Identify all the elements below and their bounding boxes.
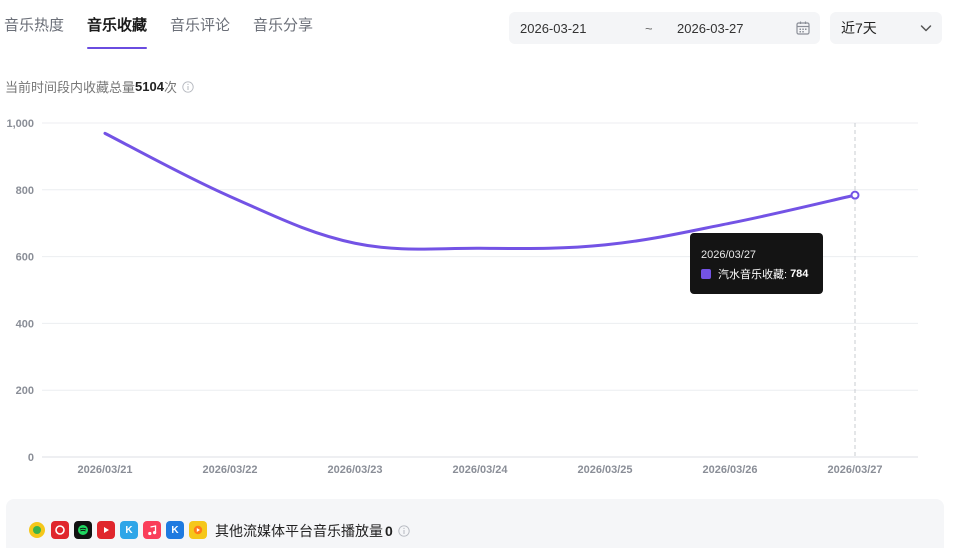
y-tick-label: 1,000 bbox=[6, 118, 34, 130]
data-point[interactable] bbox=[850, 190, 860, 200]
tooltip-series-row: 汽水音乐收藏: 784 bbox=[701, 266, 823, 282]
netease-music-icon bbox=[51, 521, 69, 539]
time-range-select[interactable]: 近7天 bbox=[830, 12, 942, 44]
x-tick-label: 2026/03/27 bbox=[827, 464, 882, 476]
info-icon[interactable] bbox=[182, 80, 194, 93]
tooltip-value: 784 bbox=[790, 268, 809, 280]
tooltip-series-label: 汽水音乐收藏: bbox=[718, 269, 788, 281]
other-platforms-panel: K K 其他流媒体平台音乐播放量 0 bbox=[6, 499, 944, 548]
favorites-summary: 当前时间段内收藏总量 5104 次 bbox=[5, 77, 194, 96]
platform-icons: K K bbox=[28, 521, 207, 539]
y-tick-label: 200 bbox=[16, 385, 34, 397]
tab-music-comments[interactable]: 音乐评论 bbox=[170, 14, 230, 43]
x-tick-label: 2026/03/21 bbox=[77, 464, 132, 476]
favorites-line-chart: 02004006008001,000 2026/03/21 2026/03/22 2… bbox=[6, 118, 918, 476]
other-platforms-value: 0 bbox=[385, 523, 393, 539]
tab-bar: 音乐热度 音乐收藏 音乐评论 音乐分享 bbox=[4, 14, 313, 49]
y-axis-ticks: 0 200 400 600 800 1,000 bbox=[6, 118, 34, 464]
tab-music-favorites[interactable]: 音乐收藏 bbox=[87, 14, 148, 49]
other-music-icon bbox=[189, 521, 207, 539]
kuwo-icon bbox=[28, 521, 46, 539]
x-tick-label: 2026/03/26 bbox=[702, 464, 757, 476]
x-axis-ticks: 2026/03/21 2026/03/22 2026/03/23 2026/03/24… bbox=[77, 464, 882, 476]
summary-total: 5104 bbox=[135, 79, 164, 94]
x-tick-label: 2026/03/22 bbox=[202, 464, 257, 476]
time-range-value: 近7天 bbox=[841, 20, 877, 36]
other-platforms-summary: 其他流媒体平台音乐播放量 0 bbox=[215, 521, 410, 541]
apple-music-icon bbox=[143, 521, 161, 539]
summary-prefix: 当前时间段内收藏总量 bbox=[5, 80, 136, 95]
chevron-down-icon bbox=[920, 25, 932, 32]
y-tick-label: 400 bbox=[16, 318, 34, 330]
qq-music-icon bbox=[74, 521, 92, 539]
kuaishou-icon: K bbox=[166, 521, 184, 539]
date-range-picker[interactable]: 2026-03-21 ~ 2026-03-27 bbox=[509, 12, 820, 44]
calendar-icon[interactable] bbox=[796, 21, 810, 35]
youtube-music-icon bbox=[97, 521, 115, 539]
x-tick-label: 2026/03/23 bbox=[327, 464, 382, 476]
tab-music-shares[interactable]: 音乐分享 bbox=[253, 14, 313, 43]
x-tick-label: 2026/03/25 bbox=[577, 464, 632, 476]
series-points bbox=[850, 190, 860, 200]
x-tick-label: 2026/03/24 bbox=[452, 464, 508, 476]
end-date-input[interactable]: 2026-03-27 bbox=[677, 21, 744, 36]
y-tick-label: 0 bbox=[28, 452, 34, 464]
y-tick-label: 800 bbox=[16, 185, 34, 197]
chart-tooltip: 2026/03/27 汽水音乐收藏: 784 bbox=[690, 233, 823, 294]
info-icon[interactable] bbox=[398, 525, 410, 537]
tooltip-series-swatch bbox=[701, 269, 711, 279]
summary-suffix: 次 bbox=[163, 80, 177, 95]
date-separator: ~ bbox=[645, 20, 653, 36]
y-tick-label: 600 bbox=[16, 252, 34, 264]
tab-music-heat[interactable]: 音乐热度 bbox=[4, 14, 64, 43]
other-platforms-label: 其他流媒体平台音乐播放量 bbox=[215, 523, 383, 539]
kugou-icon: K bbox=[120, 521, 138, 539]
tooltip-date: 2026/03/27 bbox=[701, 249, 757, 261]
start-date-input[interactable]: 2026-03-21 bbox=[520, 21, 587, 36]
series-line bbox=[103, 131, 857, 251]
